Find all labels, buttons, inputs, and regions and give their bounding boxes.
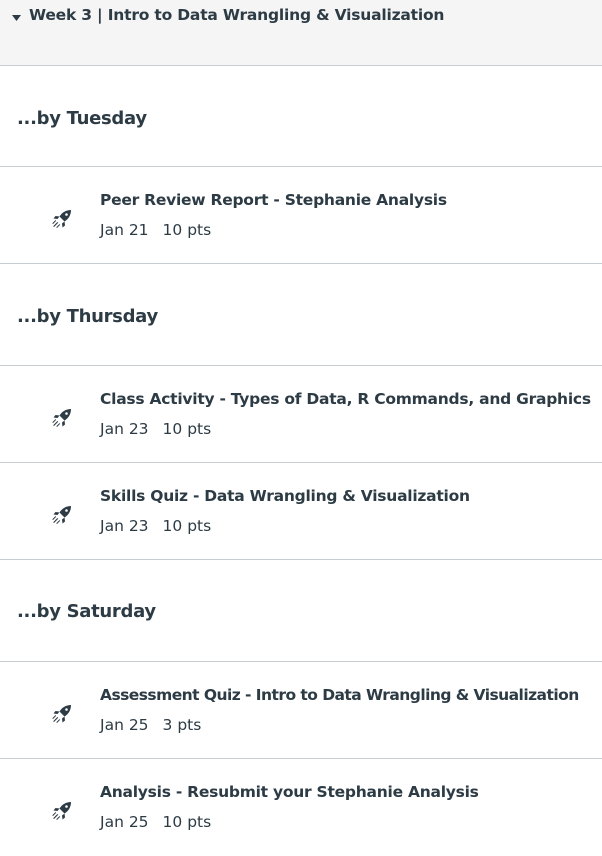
assignment-title[interactable]: Assessment Quiz - Intro to Data Wranglin… <box>100 686 579 704</box>
assignment-meta: Jan 23 10 pts <box>100 420 211 438</box>
subheader-label: ...by Saturday <box>17 601 156 622</box>
points: 3 pts <box>162 716 202 734</box>
assignment-item[interactable]: Peer Review Report - Stephanie Analysis … <box>0 167 602 264</box>
points: 10 pts <box>162 517 212 535</box>
due-date: Jan 23 <box>100 420 149 438</box>
assignment-item[interactable]: Assessment Quiz - Intro to Data Wranglin… <box>0 662 602 759</box>
due-date: Jan 21 <box>100 221 149 239</box>
rocket-icon <box>51 208 73 230</box>
module-header[interactable]: Week 3 | Intro to Data Wrangling & Visua… <box>0 0 602 66</box>
due-date: Jan 25 <box>100 716 149 734</box>
subheader-label: ...by Tuesday <box>17 108 147 129</box>
subheader-by-thursday: ...by Thursday <box>0 264 602 366</box>
subheader-by-saturday: ...by Saturday <box>0 560 602 662</box>
rocket-icon <box>51 407 73 429</box>
assignment-meta: Jan 21 10 pts <box>100 221 211 239</box>
rocket-icon <box>51 703 73 725</box>
points: 10 pts <box>162 420 212 438</box>
due-date: Jan 23 <box>100 517 149 535</box>
assignment-item[interactable]: Analysis - Resubmit your Stephanie Analy… <box>0 759 602 856</box>
assignment-meta: Jan 23 10 pts <box>100 517 211 535</box>
rocket-icon <box>51 504 73 526</box>
caret-down-icon[interactable] <box>10 12 22 24</box>
assignment-title[interactable]: Class Activity - Types of Data, R Comman… <box>100 390 591 408</box>
due-date: Jan 25 <box>100 813 149 831</box>
module-title: Week 3 | Intro to Data Wrangling & Visua… <box>29 6 445 24</box>
points: 10 pts <box>162 813 212 831</box>
points: 10 pts <box>162 221 212 239</box>
assignment-item[interactable]: Skills Quiz - Data Wrangling & Visualiza… <box>0 463 602 560</box>
assignment-meta: Jan 25 10 pts <box>100 813 211 831</box>
assignment-title[interactable]: Skills Quiz - Data Wrangling & Visualiza… <box>100 487 470 505</box>
assignment-title[interactable]: Analysis - Resubmit your Stephanie Analy… <box>100 783 479 801</box>
subheader-by-tuesday: ...by Tuesday <box>0 66 602 167</box>
assignment-item[interactable]: Class Activity - Types of Data, R Comman… <box>0 366 602 463</box>
subheader-label: ...by Thursday <box>17 306 158 327</box>
assignment-meta: Jan 25 3 pts <box>100 716 201 734</box>
assignment-title[interactable]: Peer Review Report - Stephanie Analysis <box>100 191 447 209</box>
rocket-icon <box>51 800 73 822</box>
